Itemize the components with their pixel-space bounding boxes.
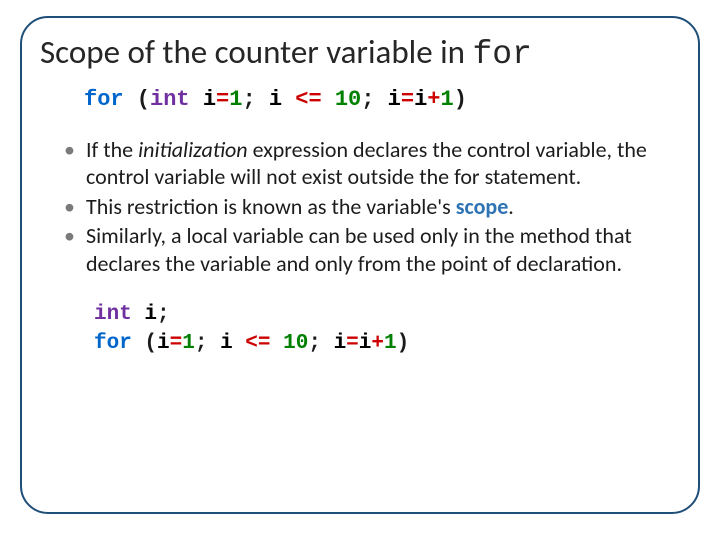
num-1: 1 [182, 332, 195, 355]
bullet-item: This restriction is known as the variabl… [64, 193, 654, 221]
kw-for: for [84, 87, 124, 112]
slide-title: Scope of the counter variable in for [40, 34, 684, 73]
ident-i: i [334, 332, 347, 355]
op-eq: = [401, 87, 414, 112]
op-plus: + [371, 332, 384, 355]
semi: ; [157, 303, 170, 326]
title-mono: for [472, 36, 531, 73]
code-example-2: int i; for (i=1; i <= 10; i=i+1) [94, 301, 694, 358]
num-10: 10 [283, 332, 308, 355]
num-1: 1 [384, 332, 397, 355]
op-eq: = [216, 87, 229, 112]
title-prefix: Scope of the counter variable in [40, 32, 472, 72]
ident-i: i [388, 87, 401, 112]
code-example-1: for (int i=1; i <= 10; i=i+1) [84, 87, 694, 113]
semi: ; [242, 87, 268, 112]
ident-i: i [359, 332, 372, 355]
kw-for: for [94, 332, 132, 355]
num-10: 10 [335, 87, 361, 112]
scope-term: scope [456, 193, 509, 220]
paren-close: ) [454, 87, 467, 112]
num-1: 1 [440, 87, 453, 112]
op-le: <= [245, 332, 270, 355]
space [190, 87, 203, 112]
code-line: for (i=1; i <= 10; i=i+1) [94, 330, 694, 358]
semi: ; [308, 332, 333, 355]
italic-text: initialization [138, 136, 248, 163]
paren-open: ( [132, 332, 157, 355]
op-eq: = [346, 332, 359, 355]
text: Similarly, a local variable can be used … [86, 222, 632, 277]
kw-int: int [94, 303, 132, 326]
op-eq: = [170, 332, 183, 355]
text: If the [86, 136, 138, 163]
op-plus: + [427, 87, 440, 112]
semi: ; [361, 87, 387, 112]
op-le: <= [295, 87, 321, 112]
ident-i: i [269, 87, 295, 112]
code-line: int i; [94, 301, 694, 329]
ident-i: i [144, 303, 157, 326]
bullet-item: If the initialization expression declare… [64, 136, 654, 191]
ident-i: i [414, 87, 427, 112]
ident-i: i [220, 332, 245, 355]
space [132, 303, 145, 326]
bullet-item: Similarly, a local variable can be used … [64, 222, 654, 277]
text: . [508, 193, 514, 220]
paren-open: ( [124, 87, 150, 112]
ident-i: i [203, 87, 216, 112]
text: This restriction is known as the variabl… [86, 193, 456, 220]
ident-i: i [157, 332, 170, 355]
space [271, 332, 284, 355]
space [322, 87, 335, 112]
bullet-list: If the initialization expression declare… [64, 136, 654, 278]
kw-int: int [150, 87, 190, 112]
num-1: 1 [229, 87, 242, 112]
slide: Scope of the counter variable in for for… [0, 0, 720, 540]
semi: ; [195, 332, 220, 355]
paren-close: ) [397, 332, 410, 355]
